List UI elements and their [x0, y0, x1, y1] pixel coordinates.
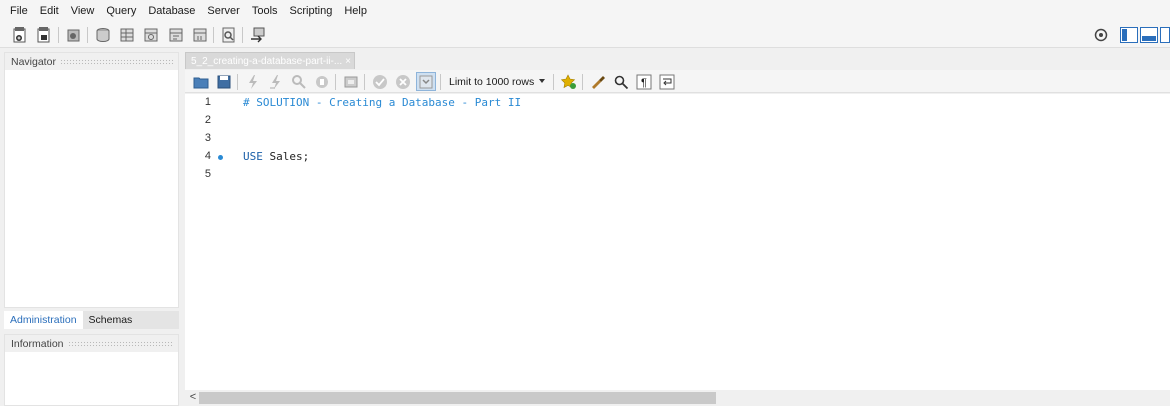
toggle-sidebar-icon[interactable]	[1120, 27, 1138, 43]
information-header: Information	[5, 335, 178, 352]
search-table-data-icon[interactable]	[219, 25, 239, 45]
settings-icon[interactable]	[1092, 26, 1110, 44]
toggle-secondary-sidebar-icon[interactable]	[1160, 27, 1170, 43]
scroll-left-icon[interactable]: <	[187, 391, 199, 403]
statement-marker-icon	[218, 155, 223, 160]
navigator-tabs: Administration Schemas	[4, 311, 179, 329]
create-procedure-icon[interactable]	[166, 25, 186, 45]
menu-bar: File Edit View Query Database Server Too…	[0, 0, 1170, 22]
code-keyword: USE	[243, 150, 263, 163]
horizontal-scrollbar[interactable]: <	[185, 390, 1170, 406]
explain-icon[interactable]	[289, 72, 309, 91]
open-file-icon[interactable]	[191, 72, 211, 91]
wrap-icon[interactable]	[657, 72, 677, 91]
autocommit-icon[interactable]	[416, 72, 436, 91]
editor-line: 3	[185, 132, 1170, 150]
sql-editor-tab[interactable]: 5_2_creating-a-database-part-ii-... ×	[185, 52, 355, 69]
tab-schemas[interactable]: Schemas	[83, 311, 139, 329]
menu-database[interactable]: Database	[142, 0, 201, 22]
line-number: 1	[204, 96, 211, 108]
editor-line: 1 # SOLUTION - Creating a Database - Par…	[185, 96, 1170, 114]
line-number: 5	[204, 168, 211, 180]
sql-editor[interactable]: 1 # SOLUTION - Creating a Database - Par…	[185, 94, 1170, 390]
save-icon[interactable]	[214, 72, 234, 91]
limit-rows-select[interactable]: Limit to 1000 rows	[443, 73, 551, 90]
find-icon[interactable]	[611, 72, 631, 91]
editor-line: 5	[185, 168, 1170, 186]
new-sql-tab-icon[interactable]	[11, 25, 31, 45]
create-function-icon[interactable]	[190, 25, 210, 45]
execute-icon[interactable]	[243, 72, 263, 91]
toggle-error-icon[interactable]	[341, 72, 361, 91]
editor-toolbar: Limit to 1000 rows ¶	[185, 70, 1170, 93]
menu-help[interactable]: Help	[338, 0, 373, 22]
execute-current-icon[interactable]	[266, 72, 286, 91]
beautify-icon[interactable]	[588, 72, 608, 91]
scrollbar-thumb[interactable]	[199, 392, 716, 404]
layout-toggles	[1092, 24, 1170, 46]
tab-administration[interactable]: Administration	[4, 311, 83, 329]
line-number: 2	[204, 114, 211, 126]
svg-text:¶: ¶	[641, 77, 647, 89]
reconnect-icon[interactable]	[248, 25, 268, 45]
code-statement: USE Sales;	[243, 150, 309, 163]
menu-query[interactable]: Query	[100, 0, 142, 22]
menu-view[interactable]: View	[65, 0, 101, 22]
stop-icon[interactable]	[312, 72, 332, 91]
rollback-icon[interactable]	[393, 72, 413, 91]
main-toolbar	[0, 22, 1170, 48]
navigator-header: Navigator	[5, 53, 178, 70]
menu-edit[interactable]: Edit	[34, 0, 65, 22]
editor-line: 2	[185, 114, 1170, 132]
code-comment: # SOLUTION - Creating a Database - Part …	[243, 96, 522, 109]
toggle-output-icon[interactable]	[1140, 27, 1158, 43]
invisible-chars-icon[interactable]: ¶	[634, 72, 654, 91]
create-view-icon[interactable]	[141, 25, 161, 45]
close-icon[interactable]: ×	[342, 56, 354, 67]
navigator-title: Navigator	[11, 55, 56, 68]
commit-icon[interactable]	[370, 72, 390, 91]
information-title: Information	[11, 337, 64, 350]
line-number: 4	[204, 150, 211, 162]
line-number: 3	[204, 132, 211, 144]
information-panel: Information	[4, 334, 179, 406]
add-snippet-icon[interactable]	[559, 72, 579, 91]
navigator-panel: Navigator	[4, 52, 179, 308]
sql-editor-tab-label: 5_2_creating-a-database-part-ii-...	[191, 55, 342, 67]
limit-rows-label: Limit to 1000 rows	[449, 75, 535, 88]
open-sql-script-icon[interactable]	[35, 25, 55, 45]
menu-scripting[interactable]: Scripting	[284, 0, 339, 22]
create-table-icon[interactable]	[117, 25, 137, 45]
menu-tools[interactable]: Tools	[246, 0, 284, 22]
open-inspector-icon[interactable]	[64, 25, 84, 45]
editor-line: 4 USE Sales;	[185, 150, 1170, 168]
create-schema-icon[interactable]	[93, 25, 113, 45]
code-identifier: Sales;	[262, 150, 310, 163]
menu-server[interactable]: Server	[201, 0, 245, 22]
chevron-down-icon	[539, 79, 545, 83]
menu-file[interactable]: File	[4, 0, 34, 22]
